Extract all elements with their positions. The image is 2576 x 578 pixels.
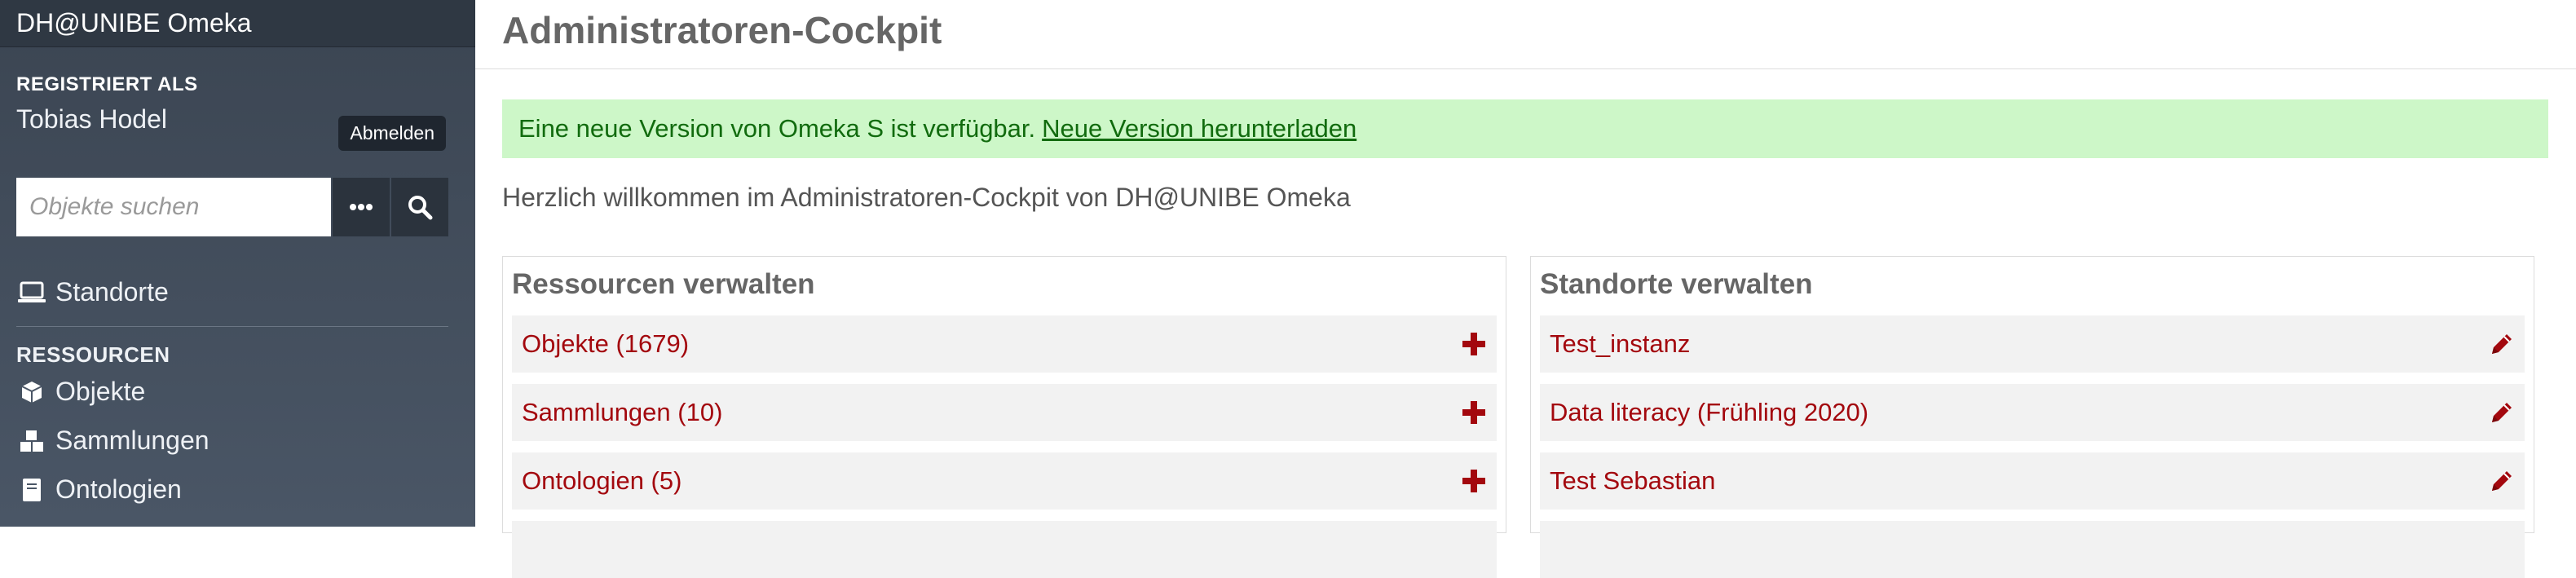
resource-link-ontologien[interactable]: Ontologien (5) (522, 466, 681, 496)
registered-as-label: REGISTRIERT ALS (16, 73, 198, 95)
sidebar-item-objekte[interactable]: Objekte (16, 377, 145, 407)
brand-title[interactable]: DH@UNIBE Omeka (0, 0, 475, 47)
list-item: Ontologien (5) (512, 452, 1497, 510)
title-divider (475, 68, 2576, 69)
sidebar-item-label: Sammlungen (55, 426, 210, 455)
book-icon (16, 477, 47, 503)
search-input[interactable] (16, 178, 331, 236)
welcome-text: Herzlich willkommen im Administratoren-C… (502, 183, 1351, 212)
sidebar-item-standorte[interactable]: Standorte (16, 277, 169, 307)
cube-icon (16, 379, 47, 405)
list-item: Objekte (1679) (512, 315, 1497, 373)
resource-link-objekte[interactable]: Objekte (1679) (522, 329, 689, 359)
logout-button[interactable]: Abmelden (338, 116, 446, 151)
sites-panel: Standorte verwalten Test_instanz Data li… (1530, 256, 2534, 578)
list-item (1540, 521, 2525, 578)
list-item (512, 521, 1497, 578)
site-link-data-literacy[interactable]: Data literacy (Frühling 2020) (1550, 398, 1868, 427)
sidebar-divider (16, 326, 448, 327)
panel-title: Ressourcen verwalten (512, 268, 815, 300)
search-icon (408, 196, 433, 220)
resource-link-sammlungen[interactable]: Sammlungen (10) (522, 398, 722, 427)
ellipsis-icon (350, 204, 373, 210)
pencil-icon[interactable] (2487, 329, 2516, 359)
site-link-test-sebastian[interactable]: Test Sebastian (1550, 466, 1715, 496)
list-item: Test_instanz (1540, 315, 2525, 373)
search-button[interactable] (391, 178, 448, 236)
laptop-icon (16, 280, 47, 306)
list-item: Test Sebastian (1540, 452, 2525, 510)
resources-panel: Ressourcen verwalten Objekte (1679) Samm… (502, 256, 1506, 578)
section-label-resources: RESSOURCEN (16, 342, 170, 367)
list-item: Data literacy (Frühling 2020) (1540, 384, 2525, 441)
pencil-icon[interactable] (2487, 398, 2516, 427)
plus-icon[interactable] (1459, 329, 1489, 359)
sidebar-item-sammlungen[interactable]: Sammlungen (16, 426, 210, 456)
sidebar-item-label: Ontologien (55, 474, 182, 504)
sidebar-item-ontologien[interactable]: Ontologien (16, 474, 182, 505)
pencil-icon[interactable] (2487, 466, 2516, 496)
sidebar-item-label: Objekte (55, 377, 146, 406)
search-bar (16, 178, 448, 236)
cubes-icon (16, 428, 47, 454)
page-title: Administratoren-Cockpit (502, 9, 942, 51)
alert-text: Eine neue Version von Omeka S ist verfüg… (518, 114, 1036, 143)
update-alert: Eine neue Version von Omeka S ist verfüg… (502, 99, 2548, 158)
site-link-test-instanz[interactable]: Test_instanz (1550, 329, 1690, 359)
main-content: Administratoren-Cockpit Eine neue Versio… (475, 0, 2576, 578)
plus-icon[interactable] (1459, 398, 1489, 427)
sidebar: DH@UNIBE Omeka REGISTRIERT ALS Tobias Ho… (0, 0, 475, 527)
user-block: REGISTRIERT ALS Tobias Hodel Abmelden (0, 47, 475, 168)
list-item: Sammlungen (10) (512, 384, 1497, 441)
download-update-link[interactable]: Neue Version herunterladen (1042, 114, 1356, 143)
advanced-search-button[interactable] (333, 178, 390, 236)
panel-title: Standorte verwalten (1540, 268, 1813, 300)
plus-icon[interactable] (1459, 466, 1489, 496)
sidebar-item-label: Standorte (55, 277, 169, 307)
